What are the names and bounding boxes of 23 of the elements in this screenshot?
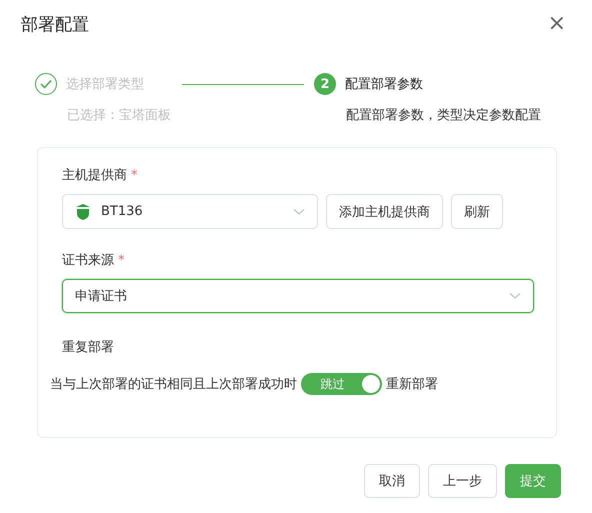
chevron-down-icon	[293, 208, 305, 216]
provider-action-button[interactable]: 刷新	[451, 194, 503, 229]
redeploy-description: 当与上次部署的证书相同且上次部署成功时	[50, 376, 297, 393]
footer-button[interactable]: 上一步	[428, 464, 497, 498]
required-mark: *	[118, 253, 124, 268]
step-title: 选择部署类型	[66, 76, 144, 93]
cert-source-select[interactable]: 申请证书	[62, 279, 534, 313]
step-description: 配置部署参数，类型决定参数配置	[346, 107, 541, 124]
step-number: 2	[314, 73, 336, 95]
field-label: 主机提供商 *	[62, 167, 138, 184]
chevron-down-icon	[509, 292, 521, 300]
field-label: 证书来源 *	[62, 252, 126, 269]
field-label: 重复部署	[62, 339, 115, 356]
footer-button[interactable]: 取消	[364, 464, 420, 498]
shield-icon	[75, 202, 91, 220]
switch-label: 重新部署	[386, 376, 438, 393]
provider-action-button[interactable]: 添加主机提供商	[326, 194, 443, 229]
close-button[interactable]: ×	[542, 13, 572, 35]
provider-select[interactable]: BT136	[62, 194, 318, 229]
required-mark: *	[131, 168, 138, 183]
step-title: 配置部署参数	[345, 76, 423, 93]
step-description: 已选择：宝塔面板	[67, 107, 171, 124]
dialog-title: 部署配置	[21, 14, 89, 36]
